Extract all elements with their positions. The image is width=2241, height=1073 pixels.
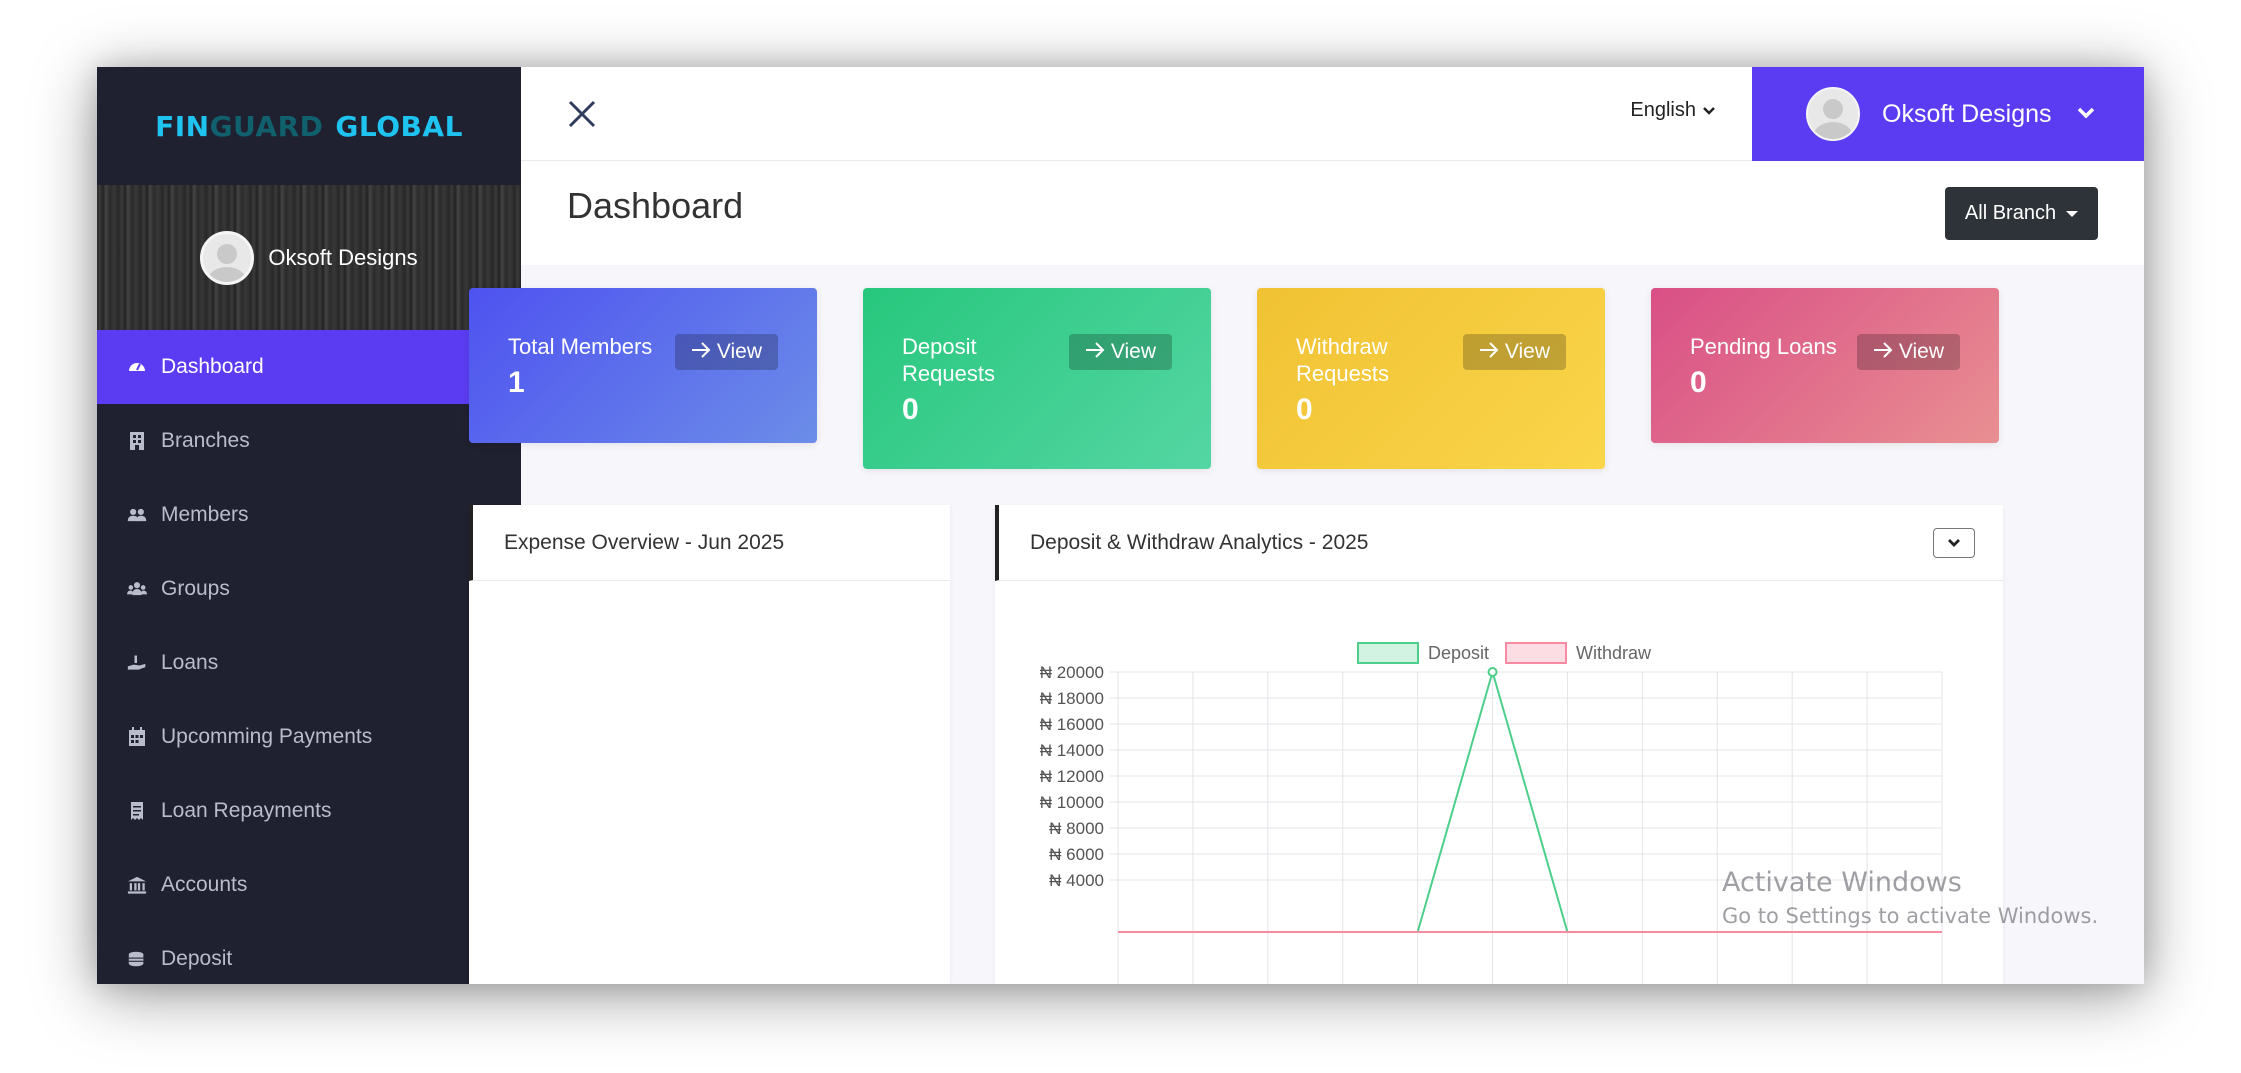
sidebar-item-label: Deposit [161, 947, 233, 970]
sidebar-item-label: Accounts [161, 873, 248, 896]
app-window: FIN GUARD GLOBAL Oksoft Designs Dashboard … [97, 67, 2144, 984]
stat-card-value: 0 [1296, 393, 1313, 426]
expense-overview-panel: Expense Overview - Jun 2025 [469, 505, 950, 984]
view-button[interactable]: View [674, 334, 778, 370]
activate-windows-watermark: Activate Windows Go to Settings to activ… [1722, 867, 2098, 928]
stat-card-value: 0 [902, 393, 919, 426]
stat-card-total-members: Total Members 1 View [469, 288, 817, 443]
arrow-right-icon [1479, 340, 1499, 364]
y-tick-label: ₦ 8000 [1049, 819, 1104, 838]
watermark-line-1: Activate Windows [1722, 867, 1962, 898]
sidebar-item-label: Upcomming Payments [161, 725, 373, 748]
view-button[interactable]: View [1462, 334, 1566, 370]
bank-icon [127, 875, 147, 895]
sidebar-user-panel: Oksoft Designs [97, 185, 521, 330]
stat-card-title: Withdraw Requests [1296, 334, 1389, 386]
close-icon[interactable] [567, 99, 597, 129]
watermark-line-2: Go to Settings to activate Windows. [1722, 904, 2099, 928]
view-button[interactable]: View [1068, 334, 1172, 370]
sidebar-item-accounts[interactable]: Accounts + [97, 848, 521, 922]
user-menu-dropdown[interactable]: Oksoft Designs [1752, 67, 2144, 161]
panel-title: Deposit & Withdraw Analytics - 2025 [995, 505, 2003, 581]
sidebar-item-branches[interactable]: Branches [97, 404, 521, 478]
sidebar-item-upcomming-payments[interactable]: Upcomming Payments [97, 700, 521, 774]
panel-title: Expense Overview - Jun 2025 [469, 505, 950, 581]
language-selector[interactable]: English [1630, 99, 1716, 122]
sidebar-item-deposit[interactable]: Deposit + [97, 922, 521, 984]
chevron-down-icon [1702, 103, 1716, 119]
stat-card-title: Total Members [508, 334, 653, 359]
coins-icon [127, 949, 147, 969]
sidebar-item-label: Members [161, 503, 249, 526]
arrow-right-icon [1873, 340, 1893, 364]
avatar [200, 230, 255, 285]
brand-logo[interactable]: FIN GUARD GLOBAL [97, 67, 521, 185]
building-icon [127, 431, 147, 451]
brand-part-global: GLOBAL [335, 109, 463, 143]
view-button[interactable]: View [1856, 334, 1960, 370]
sidebar-item-loan-repayments[interactable]: Loan Repayments [97, 774, 521, 848]
language-label: English [1630, 99, 1696, 121]
brand-part-fin: FIN [155, 109, 210, 143]
users-icon [127, 505, 147, 525]
caret-down-icon [2066, 210, 2079, 217]
sidebar: FIN GUARD GLOBAL Oksoft Designs Dashboard … [97, 67, 521, 984]
y-tick-label: ₦ 14000 [1040, 741, 1104, 760]
dashboard-gauge-icon [127, 357, 147, 377]
y-tick-label: ₦ 12000 [1040, 767, 1104, 786]
branch-selector-button[interactable]: All Branch [1945, 187, 2098, 240]
receipt-icon [127, 801, 147, 821]
legend-swatch [1357, 642, 1419, 664]
data-point [1487, 667, 1498, 677]
view-button-label: View [1898, 340, 1944, 363]
y-tick-label: ₦ 16000 [1040, 715, 1104, 734]
stat-card-title: Pending Loans [1690, 334, 1837, 359]
sidebar-item-label: Loans [161, 651, 219, 674]
sidebar-item-members[interactable]: Members + [97, 478, 521, 552]
legend-swatch [1505, 642, 1567, 664]
arrow-right-icon [691, 340, 711, 364]
sidebar-item-label: Groups [161, 577, 230, 600]
stat-card-title: Deposit Requests [902, 334, 995, 386]
arrow-right-icon [1085, 340, 1105, 364]
chevron-down-icon [2076, 103, 2096, 126]
y-tick-label: ₦ 10000 [1040, 793, 1104, 812]
y-tick-label: ₦ 18000 [1040, 689, 1104, 708]
view-button-label: View [1504, 340, 1550, 363]
view-button-label: View [1110, 340, 1156, 363]
sidebar-menu: Dashboard Branches Members + Groups [97, 330, 521, 984]
legend-label: Deposit [1428, 643, 1489, 663]
top-bar: English Oksoft Designs [521, 67, 2144, 161]
sidebar-item-loans[interactable]: Loans + [97, 626, 521, 700]
view-button-label: View [716, 340, 762, 363]
sidebar-item-label: Branches [161, 429, 250, 452]
chart-options-dropdown[interactable] [1933, 528, 1975, 558]
page-title: Dashboard [567, 185, 744, 226]
calendar-icon [127, 727, 147, 747]
branch-button-label: All Branch [1964, 202, 2057, 224]
avatar [1806, 87, 1860, 141]
hand-holding-dollar-icon [127, 653, 147, 673]
stat-card-value: 0 [1690, 366, 1707, 399]
stat-card-withdraw-requests: Withdraw Requests 0 View [1257, 288, 1605, 469]
user-menu-name: Oksoft Designs [1882, 99, 2052, 128]
brand-part-guard: GUARD [209, 109, 324, 143]
legend-label: Withdraw [1576, 643, 1652, 663]
page-header: Dashboard All Branch [521, 161, 2144, 265]
stat-card-pending-loans: Pending Loans 0 View [1651, 288, 1999, 443]
y-tick-label: ₦ 20000 [1040, 663, 1104, 682]
stat-card-deposit-requests: Deposit Requests 0 View [863, 288, 1211, 469]
stat-card-value: 1 [508, 366, 525, 399]
y-tick-label: ₦ 4000 [1049, 871, 1104, 890]
sidebar-item-label: Dashboard [161, 355, 264, 378]
sidebar-user-name: Oksoft Designs [268, 244, 418, 270]
user-group-icon [127, 579, 147, 599]
sidebar-item-groups[interactable]: Groups + [97, 552, 521, 626]
sidebar-item-label: Loan Repayments [161, 799, 332, 822]
sidebar-item-dashboard[interactable]: Dashboard [97, 330, 521, 404]
y-tick-label: ₦ 6000 [1049, 845, 1104, 864]
